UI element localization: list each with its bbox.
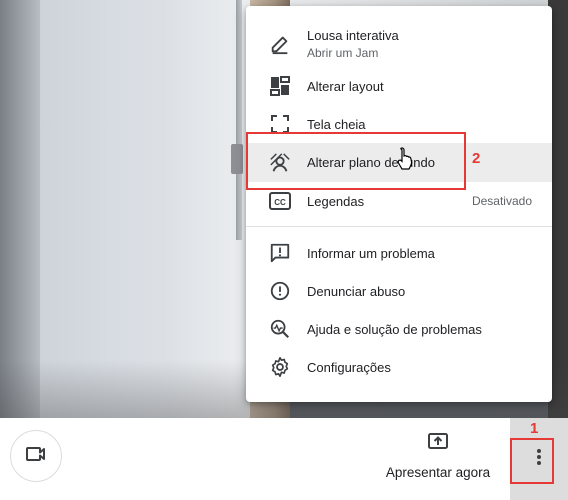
gear-icon <box>268 355 292 379</box>
pencil-icon <box>268 32 292 56</box>
annotation-box-step2 <box>246 132 466 190</box>
menu-item-change-layout[interactable]: Alterar layout <box>246 67 552 105</box>
present-now-button[interactable]: Apresentar agora <box>380 430 496 488</box>
menu-item-label: Lousa interativa <box>307 28 399 43</box>
layout-icon <box>268 74 292 98</box>
menu-item-report-abuse[interactable]: Denunciar abuso <box>246 272 552 310</box>
menu-item-report-problem[interactable]: Informar um problema <box>246 234 552 272</box>
menu-item-label: Ajuda e solução de problemas <box>307 322 482 337</box>
annotation-number-1: 1 <box>530 420 539 437</box>
present-screen-icon <box>426 430 450 459</box>
menu-item-label: Denunciar abuso <box>307 284 406 299</box>
menu-item-label: Informar um problema <box>307 246 435 261</box>
help-troubleshoot-icon <box>268 317 292 341</box>
camera-icon <box>24 442 48 471</box>
menu-item-label: Configurações <box>307 360 391 375</box>
menu-item-sublabel: Abrir um Jam <box>307 46 379 60</box>
menu-divider <box>246 226 552 227</box>
present-now-label: Apresentar agora <box>385 465 491 480</box>
annotation-box-step1 <box>510 438 554 484</box>
overflow-menu: Lousa interativa Abrir um Jam Alterar la… <box>246 6 552 402</box>
camera-toggle-button[interactable] <box>10 430 62 482</box>
svg-text:CC: CC <box>274 198 286 207</box>
menu-item-help[interactable]: Ajuda e solução de problemas <box>246 310 552 348</box>
menu-item-whiteboard[interactable]: Lousa interativa Abrir um Jam <box>246 22 552 66</box>
menu-item-label: Legendas <box>307 194 365 209</box>
captions-status: Desativado <box>471 194 532 208</box>
menu-item-settings[interactable]: Configurações <box>246 348 552 386</box>
annotation-number-2: 2 <box>472 150 481 167</box>
report-problem-icon <box>268 241 292 265</box>
closed-captions-icon: CC <box>268 189 292 213</box>
menu-item-label: Alterar layout <box>307 79 384 94</box>
hand-cursor-icon <box>396 146 414 175</box>
report-abuse-icon <box>268 279 292 303</box>
menu-item-label: Tela cheia <box>307 117 366 132</box>
